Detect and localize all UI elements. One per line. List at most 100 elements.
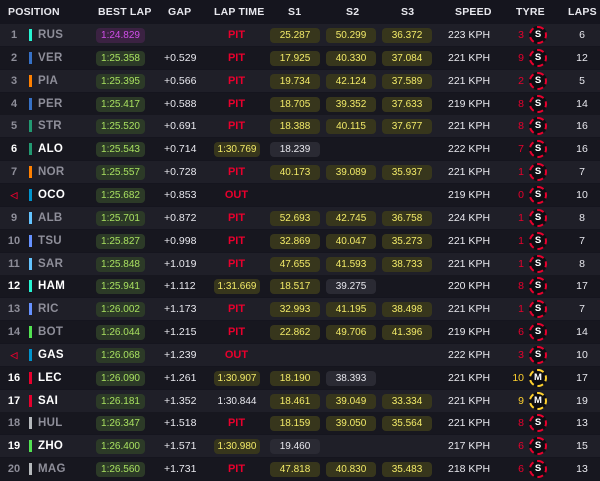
sector-s1: 22.862 <box>270 325 320 341</box>
tyre-age: 6 <box>518 326 524 339</box>
header-s2[interactable]: S2 <box>346 6 359 18</box>
best-lap-time: 1:25.358 <box>96 50 145 66</box>
pit-status: PIT <box>227 120 246 133</box>
driver-code[interactable]: HAM <box>38 275 65 297</box>
driver-row[interactable]: 2 VER 1:25.358 +0.529 PIT 17.925 40.330 37.084 2… <box>0 46 600 69</box>
speed-value: 219 KPH <box>448 97 491 110</box>
header-gap[interactable]: GAP <box>168 6 191 18</box>
current-lap-time: 1:30.980 <box>214 439 260 455</box>
gap-value: +1.112 <box>164 280 196 293</box>
best-lap-time: 1:26.090 <box>96 370 145 386</box>
speed-value: 221 KPH <box>448 166 491 179</box>
driver-code[interactable]: MAG <box>38 458 66 480</box>
driver-row[interactable]: 9 ALB 1:25.701 +0.872 PIT 52.693 42.745 36.758 2… <box>0 206 600 229</box>
pit-status: PIT <box>227 463 246 476</box>
sector-s3: 35.483 <box>382 462 432 478</box>
sector-s1: 25.287 <box>270 28 320 43</box>
tyre-soft-icon: S <box>529 140 547 159</box>
tyre-soft-icon: S <box>529 414 547 433</box>
driver-code[interactable]: PIA <box>38 70 58 92</box>
header-position[interactable]: POSITION <box>8 6 60 18</box>
header-s1[interactable]: S1 <box>288 6 301 18</box>
sector-s2: 50.299 <box>326 28 376 43</box>
header-speed[interactable]: SPEED <box>455 6 492 18</box>
position-number: 7 <box>10 166 18 179</box>
speed-value: 224 KPH <box>448 211 491 224</box>
header-lap-time[interactable]: LAP TIME <box>214 6 264 18</box>
speed-value: 223 KPH <box>448 29 491 41</box>
sector-s3: 35.564 <box>382 416 432 432</box>
driver-row[interactable]: 20 MAG 1:26.560 +1.731 PIT 47.818 40.830 35.483… <box>0 458 600 481</box>
position-number: 18 <box>7 417 21 430</box>
team-color-bar <box>29 211 32 224</box>
driver-row[interactable]: 1 RUS 1:24.829 PIT 25.287 50.299 36.372 223 KPH… <box>0 24 600 46</box>
driver-row[interactable]: 3 PIA 1:25.395 +0.566 PIT 19.734 42.124 37.589 2… <box>0 69 600 92</box>
header-laps[interactable]: LAPS <box>568 6 597 18</box>
sector-s1: 18.190 <box>270 370 320 386</box>
tyre-soft-icon: S <box>529 231 547 250</box>
tyre-soft-icon: S <box>529 208 547 227</box>
tyre-age: 1 <box>518 211 524 224</box>
driver-code[interactable]: OCO <box>38 184 65 206</box>
tyre-soft-icon: S <box>529 460 547 479</box>
sector-s1: 18.705 <box>270 96 320 112</box>
driver-code[interactable]: VER <box>38 47 63 69</box>
sector-s1: 40.173 <box>270 165 320 181</box>
driver-row[interactable]: 6 ALO 1:25.543 +0.714 1:30.769 18.239 222 KPH 7… <box>0 138 600 161</box>
driver-row[interactable]: 13 RIC 1:26.002 +1.173 PIT 32.993 41.195 38.498… <box>0 298 600 321</box>
laps-count: 13 <box>576 417 588 430</box>
driver-row[interactable]: 14 BOT 1:26.044 +1.215 PIT 22.862 49.706 41.396… <box>0 321 600 344</box>
sector-s1: 18.517 <box>270 279 320 295</box>
driver-row[interactable]: 5 STR 1:25.520 +0.691 PIT 18.388 40.115 37.677 2… <box>0 115 600 138</box>
driver-code[interactable]: ALO <box>38 138 63 160</box>
driver-code[interactable]: SAR <box>38 253 63 275</box>
tyre-age: 3 <box>518 29 524 41</box>
driver-code[interactable]: HUL <box>38 412 63 434</box>
driver-row[interactable]: 4 PER 1:25.417 +0.588 PIT 18.705 39.352 37.633 2… <box>0 92 600 115</box>
team-color-bar <box>29 74 32 87</box>
driver-code[interactable]: NOR <box>38 161 64 183</box>
gap-value: +1.173 <box>164 303 197 316</box>
sector-s3: 37.633 <box>382 96 432 112</box>
out-status: OUT <box>224 188 249 201</box>
sector-s2: 40.047 <box>326 233 376 249</box>
driver-code[interactable]: GAS <box>38 344 64 366</box>
out-indicator-icon: ◁ <box>10 189 18 200</box>
sector-s1: 18.388 <box>270 119 320 135</box>
driver-row[interactable]: ◁ OCO 1:25.682 +0.853 OUT 219 KPH 0 S 10 <box>0 183 600 206</box>
driver-row[interactable]: 18 HUL 1:26.347 +1.518 PIT 18.159 39.050 35.564… <box>0 412 600 435</box>
laps-count: 19 <box>576 394 588 407</box>
gap-value: +1.215 <box>164 326 197 339</box>
driver-code[interactable]: RIC <box>38 298 59 320</box>
driver-row[interactable]: ◁ GAS 1:26.068 +1.239 OUT 222 KPH 3 S 10 <box>0 343 600 366</box>
position-number: 11 <box>8 257 20 270</box>
tyre-soft-icon: S <box>529 323 547 342</box>
header-best-lap[interactable]: BEST LAP <box>98 6 152 18</box>
driver-row[interactable]: 16 LEC 1:26.090 +1.261 1:30.907 18.190 38.393 2… <box>0 366 600 389</box>
driver-code[interactable]: TSU <box>38 230 62 252</box>
driver-code[interactable]: ZHO <box>38 435 63 457</box>
driver-code[interactable]: RUS <box>38 24 63 46</box>
header-tyre[interactable]: TYRE <box>516 6 545 18</box>
driver-row[interactable]: 19 ZHO 1:26.400 +1.571 1:30.980 19.460 217 KPH… <box>0 435 600 458</box>
laps-count: 7 <box>579 303 585 316</box>
driver-code[interactable]: STR <box>38 115 62 137</box>
driver-code[interactable]: LEC <box>38 367 62 389</box>
sector-s2: 40.330 <box>326 50 376 66</box>
sector-s3: 37.084 <box>382 50 432 66</box>
driver-row[interactable]: 12 HAM 1:25.941 +1.112 1:31.669 18.517 39.275 2… <box>0 275 600 298</box>
driver-code[interactable]: BOT <box>38 321 63 343</box>
driver-code[interactable]: PER <box>38 93 63 115</box>
header-s3[interactable]: S3 <box>401 6 414 18</box>
driver-row[interactable]: 17 SAI 1:26.181 +1.352 1:30.844 18.461 39.049 3… <box>0 389 600 412</box>
position-number: 12 <box>7 280 21 293</box>
driver-row[interactable]: 10 TSU 1:25.827 +0.998 PIT 32.869 40.047 35.273… <box>0 229 600 252</box>
driver-row[interactable]: 11 SAR 1:25.848 +1.019 PIT 47.655 41.593 38.733… <box>0 252 600 275</box>
driver-code[interactable]: ALB <box>38 207 63 229</box>
tyre-age: 0 <box>518 188 524 201</box>
laps-count: 7 <box>579 234 585 247</box>
driver-code[interactable]: SAI <box>38 390 58 412</box>
driver-row[interactable]: 7 NOR 1:25.557 +0.728 PIT 40.173 39.089 35.937 2… <box>0 161 600 184</box>
speed-value: 220 KPH <box>448 280 491 293</box>
team-color-bar <box>29 348 32 361</box>
